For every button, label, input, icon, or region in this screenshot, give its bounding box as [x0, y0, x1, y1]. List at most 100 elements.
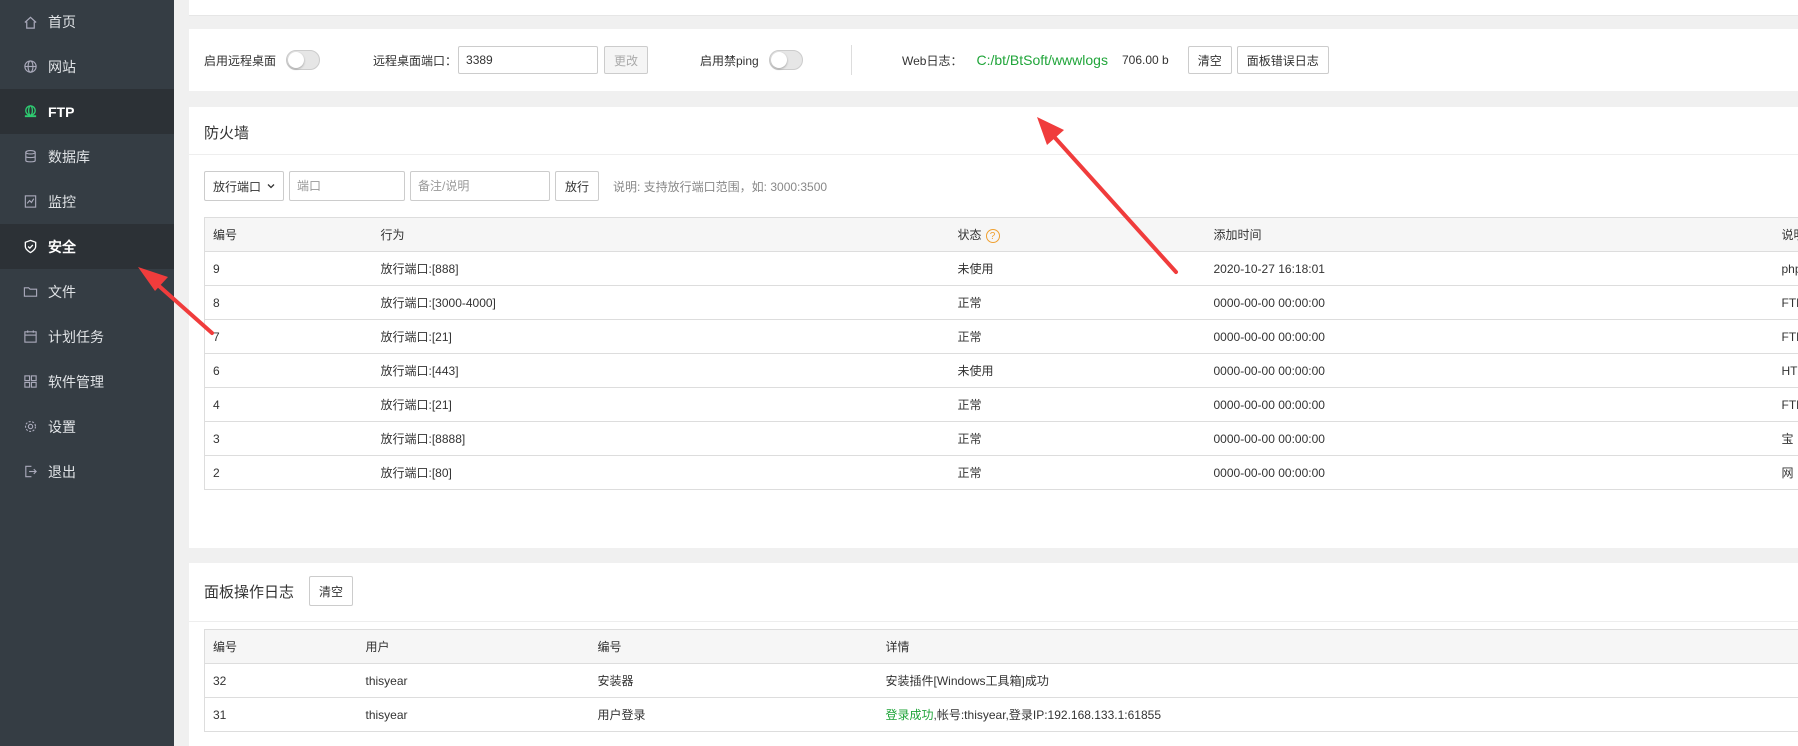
cell-status: 正常 [949, 319, 1206, 354]
clear-oplog-button[interactable]: 清空 [309, 576, 354, 606]
cell-time: 0000-00-00 00:00:00 [1205, 455, 1774, 490]
cell-id: 32 [204, 663, 358, 698]
cell-action: 放行端口:[21] [372, 387, 950, 422]
cell-user: thisyear [357, 697, 590, 732]
divider [189, 621, 1798, 622]
sidebar-item-label: 网站 [48, 58, 76, 75]
help-icon[interactable]: ? [985, 228, 1000, 243]
cell-status: 正常 [949, 455, 1206, 490]
column-header: 编号 [204, 629, 358, 664]
cell-action: 放行端口:[80] [372, 455, 950, 490]
clear-weblog-button[interactable]: 清空 [1187, 46, 1232, 74]
logout-icon [22, 464, 38, 480]
table-row: 2 放行端口:[80] 正常 0000-00-00 00:00:00 网 [204, 455, 1798, 490]
remote-port-input[interactable] [458, 46, 599, 74]
status-header-label: 状态 [957, 228, 982, 242]
monitor-icon [22, 194, 38, 210]
cell-type: 安装器 [589, 663, 878, 698]
cell-note: FTP [1773, 285, 1798, 320]
cell-action: 放行端口:[3000-4000] [372, 285, 950, 320]
panel-error-log-button[interactable]: 面板错误日志 [1236, 46, 1329, 74]
cell-status: 正常 [949, 421, 1206, 456]
remote-port-option: 远程桌面端口： 更改 [373, 29, 649, 91]
oplog-header: 面板操作日志 清空 [204, 576, 354, 606]
security-options-panel: 启用远程桌面 远程桌面端口： 更改 启用禁ping Web日志： C:/bt/B… [189, 29, 1798, 91]
sidebar-item-label: 计划任务 [48, 328, 104, 345]
sidebar-item-security[interactable]: 安全 [0, 224, 174, 269]
allow-port-button[interactable]: 放行 [555, 171, 600, 201]
firewall-panel: 防火墙 放行端口 放行 说明: 支持放行端口范围，如: 3000:3500 编号… [189, 107, 1798, 548]
column-header: 行为 [372, 217, 950, 252]
table-row: 4放行端口:[21]正常0000-00-00 00:00:00FTP [204, 387, 1798, 422]
cell-status: 未使用 [949, 251, 1206, 286]
cell-time: 2020-10-27 16:18:01 [1205, 251, 1774, 286]
remote-desktop-label: 启用远程桌面 [204, 53, 277, 68]
column-header: 说明 [1773, 217, 1798, 252]
cell-note: HT [1773, 353, 1798, 388]
cell-time: 0000-00-00 00:00:00 [1205, 421, 1774, 456]
cell-note: FTP [1773, 387, 1798, 422]
firewall-title: 防火墙 [204, 125, 250, 142]
cell-action: 放行端口:[443] [372, 353, 950, 388]
detail-prefix: 登录成功 [885, 708, 934, 722]
remote-desktop-toggle[interactable] [286, 50, 321, 70]
cell-action: 放行端口:[888] [372, 251, 950, 286]
weblog-path-link[interactable]: C:/bt/BtSoft/wwwlogs [976, 52, 1108, 68]
home-icon [22, 14, 38, 30]
sidebar-item-home[interactable]: 首页 [0, 0, 174, 44]
table-row: 31 thisyear 用户登录 登录成功,帐号:thisyear,登录IP:1… [204, 697, 1798, 732]
cell-action: 放行端口:[21] [372, 319, 950, 354]
sidebar-item-label: 监控 [48, 193, 76, 210]
ping-option: 启用禁ping [700, 29, 803, 91]
database-icon [22, 149, 38, 165]
table-row: 3 放行端口:[8888] 正常 0000-00-00 00:00:00 宝 [204, 421, 1798, 456]
table-row: 7放行端口:[21]正常0000-00-00 00:00:00FTP [204, 319, 1798, 354]
gear-icon [22, 419, 38, 435]
cell-note: 宝 [1773, 421, 1798, 456]
sidebar-item-files[interactable]: 文件 [0, 269, 174, 314]
divider [851, 45, 852, 75]
rule-type-value: 放行端口 [213, 179, 262, 194]
sidebar-item-label: 退出 [48, 463, 76, 480]
port-input[interactable] [289, 171, 405, 201]
sidebar-item-label: FTP [48, 103, 75, 120]
column-header: 详情 [877, 629, 1798, 664]
sidebar-item-ftp[interactable]: FTP [0, 89, 174, 134]
globe-icon [22, 59, 38, 75]
cell-status: 未使用 [949, 353, 1206, 388]
firewall-table: 编号 行为 状态? 添加时间 说明 9放行端口:[888]未使用2020-10-… [204, 217, 1798, 490]
column-header: 状态? [949, 217, 1206, 252]
weblog-option: Web日志： C:/bt/BtSoft/wwwlogs 706.00 b 清空 … [902, 29, 1329, 91]
shield-icon [22, 239, 38, 255]
firewall-form: 放行端口 放行 说明: 支持放行端口范围，如: 3000:3500 [204, 171, 827, 201]
column-header: 编号 [589, 629, 878, 664]
cell-note: php [1773, 251, 1798, 286]
weblog-size: 706.00 b [1121, 53, 1169, 67]
sidebar-item-label: 软件管理 [48, 373, 104, 390]
ping-toggle[interactable] [768, 50, 803, 70]
cell-id: 4 [204, 387, 373, 422]
sidebar-item-monitor[interactable]: 监控 [0, 179, 174, 224]
table-header: 编号 行为 状态? 添加时间 说明 [204, 217, 1798, 252]
sidebar-item-label: 安全 [48, 238, 76, 255]
weblog-label: Web日志： [902, 53, 963, 68]
cell-id: 8 [204, 285, 373, 320]
column-header: 添加时间 [1205, 217, 1774, 252]
table-row: 8 放行端口:[3000-4000] 正常 0000-00-00 00:00:00 FT… [204, 285, 1798, 320]
note-input[interactable] [410, 171, 550, 201]
sidebar-item-cron[interactable]: 计划任务 [0, 314, 174, 359]
change-port-button[interactable]: 更改 [604, 46, 649, 74]
cell-status: 正常 [949, 285, 1206, 320]
remote-desktop-option: 启用远程桌面 [204, 29, 321, 91]
cell-id: 31 [204, 697, 358, 732]
sidebar-item-website[interactable]: 网站 [0, 44, 174, 89]
oplog-title: 面板操作日志 [204, 583, 295, 601]
sidebar-item-software[interactable]: 软件管理 [0, 359, 174, 404]
sidebar-item-settings[interactable]: 设置 [0, 404, 174, 449]
divider [189, 154, 1798, 155]
cell-time: 0000-00-00 00:00:00 [1205, 353, 1774, 388]
sidebar-item-logout[interactable]: 退出 [0, 449, 174, 494]
rule-type-select[interactable]: 放行端口 [204, 171, 284, 201]
sidebar-item-database[interactable]: 数据库 [0, 134, 174, 179]
sidebar: 首页 网站 FTP 数据库 监控 安全 文件 计划任务 软件管理 设置 退出 [0, 0, 174, 746]
